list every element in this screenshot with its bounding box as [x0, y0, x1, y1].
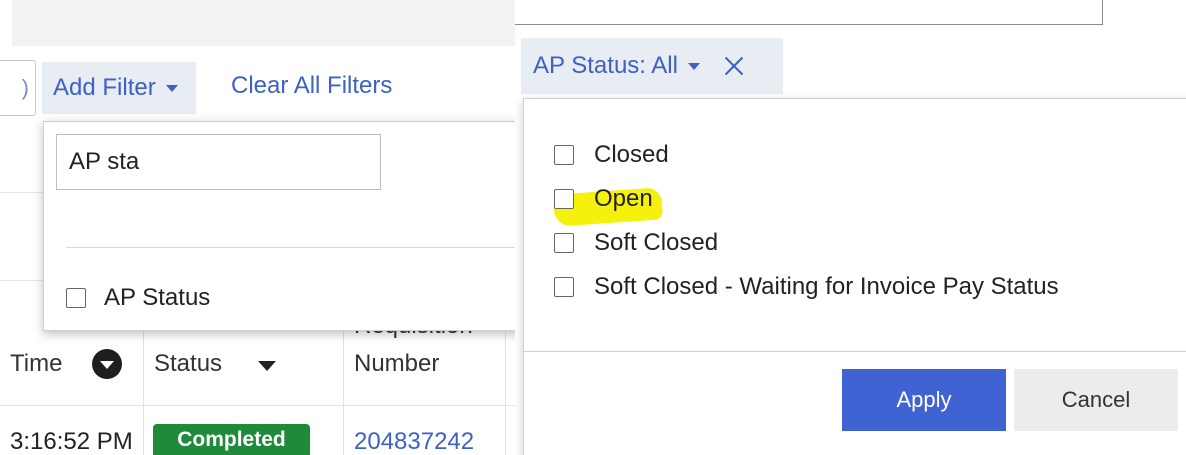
- ap-status-filter-panel: AP Status: All Closed Open Soft Closed S…: [515, 0, 1186, 455]
- option-label: Closed: [594, 141, 669, 168]
- top-strip: [12, 0, 515, 46]
- status-option-closed[interactable]: Closed: [554, 141, 669, 169]
- popover-divider: [524, 351, 1186, 352]
- option-label: Soft Closed - Waiting for Invoice Pay St…: [594, 273, 1059, 300]
- sort-desc-icon[interactable]: [92, 349, 122, 379]
- column-header-number[interactable]: Number: [354, 350, 439, 378]
- apply-button[interactable]: Apply: [842, 369, 1006, 431]
- column-divider: [343, 332, 344, 455]
- previous-input-fragment: ): [21, 75, 29, 100]
- container-border: [1102, 0, 1103, 25]
- cancel-button[interactable]: Cancel: [1014, 369, 1178, 431]
- chip-label: AP Status: All: [533, 52, 678, 79]
- checkbox[interactable]: [554, 189, 574, 209]
- checkbox[interactable]: [554, 277, 574, 297]
- column-header-time[interactable]: Time: [10, 350, 62, 378]
- column-divider: [143, 332, 144, 455]
- filter-search-input[interactable]: [56, 134, 381, 190]
- checkbox[interactable]: [66, 288, 86, 308]
- previous-input-edge[interactable]: ): [0, 60, 36, 116]
- ap-status-filter-chip[interactable]: AP Status: All: [521, 38, 783, 94]
- caret-down-icon: [165, 84, 178, 92]
- status-option-soft-closed[interactable]: Soft Closed: [554, 229, 718, 257]
- filter-option-label: AP Status: [104, 284, 211, 311]
- add-filter-dropdown: AP Status: [43, 121, 515, 331]
- column-header-status[interactable]: Status: [154, 350, 222, 378]
- time-cell: 3:16:52 PM: [10, 428, 133, 455]
- add-filter-label: Add Filter: [53, 74, 156, 101]
- status-badge: Completed: [153, 424, 310, 455]
- option-label: Soft Closed: [594, 229, 719, 256]
- status-option-soft-closed-waiting[interactable]: Soft Closed - Waiting for Invoice Pay St…: [554, 273, 1059, 301]
- clear-all-filters-link[interactable]: Clear All Filters: [231, 72, 392, 100]
- dropdown-divider: [66, 247, 515, 248]
- row-divider: [0, 405, 515, 406]
- close-icon[interactable]: [722, 54, 746, 78]
- caret-down-icon[interactable]: [687, 62, 700, 70]
- option-label: Open: [594, 185, 653, 212]
- checkbox[interactable]: [554, 145, 574, 165]
- sort-caret-icon[interactable]: [258, 361, 276, 371]
- add-filter-button[interactable]: Add Filter: [42, 62, 196, 114]
- column-divider: [505, 332, 506, 455]
- checkbox[interactable]: [554, 233, 574, 253]
- filter-builder-panel: ) Add Filter Clear All Filters Time Stat…: [0, 0, 515, 455]
- filter-option-ap-status[interactable]: AP Status: [66, 284, 210, 312]
- container-border: [515, 24, 1103, 25]
- requisition-number-link[interactable]: 204837242: [354, 428, 474, 455]
- status-option-open[interactable]: Open: [554, 185, 653, 213]
- ap-status-options-popover: Closed Open Soft Closed Soft Closed - Wa…: [523, 98, 1186, 455]
